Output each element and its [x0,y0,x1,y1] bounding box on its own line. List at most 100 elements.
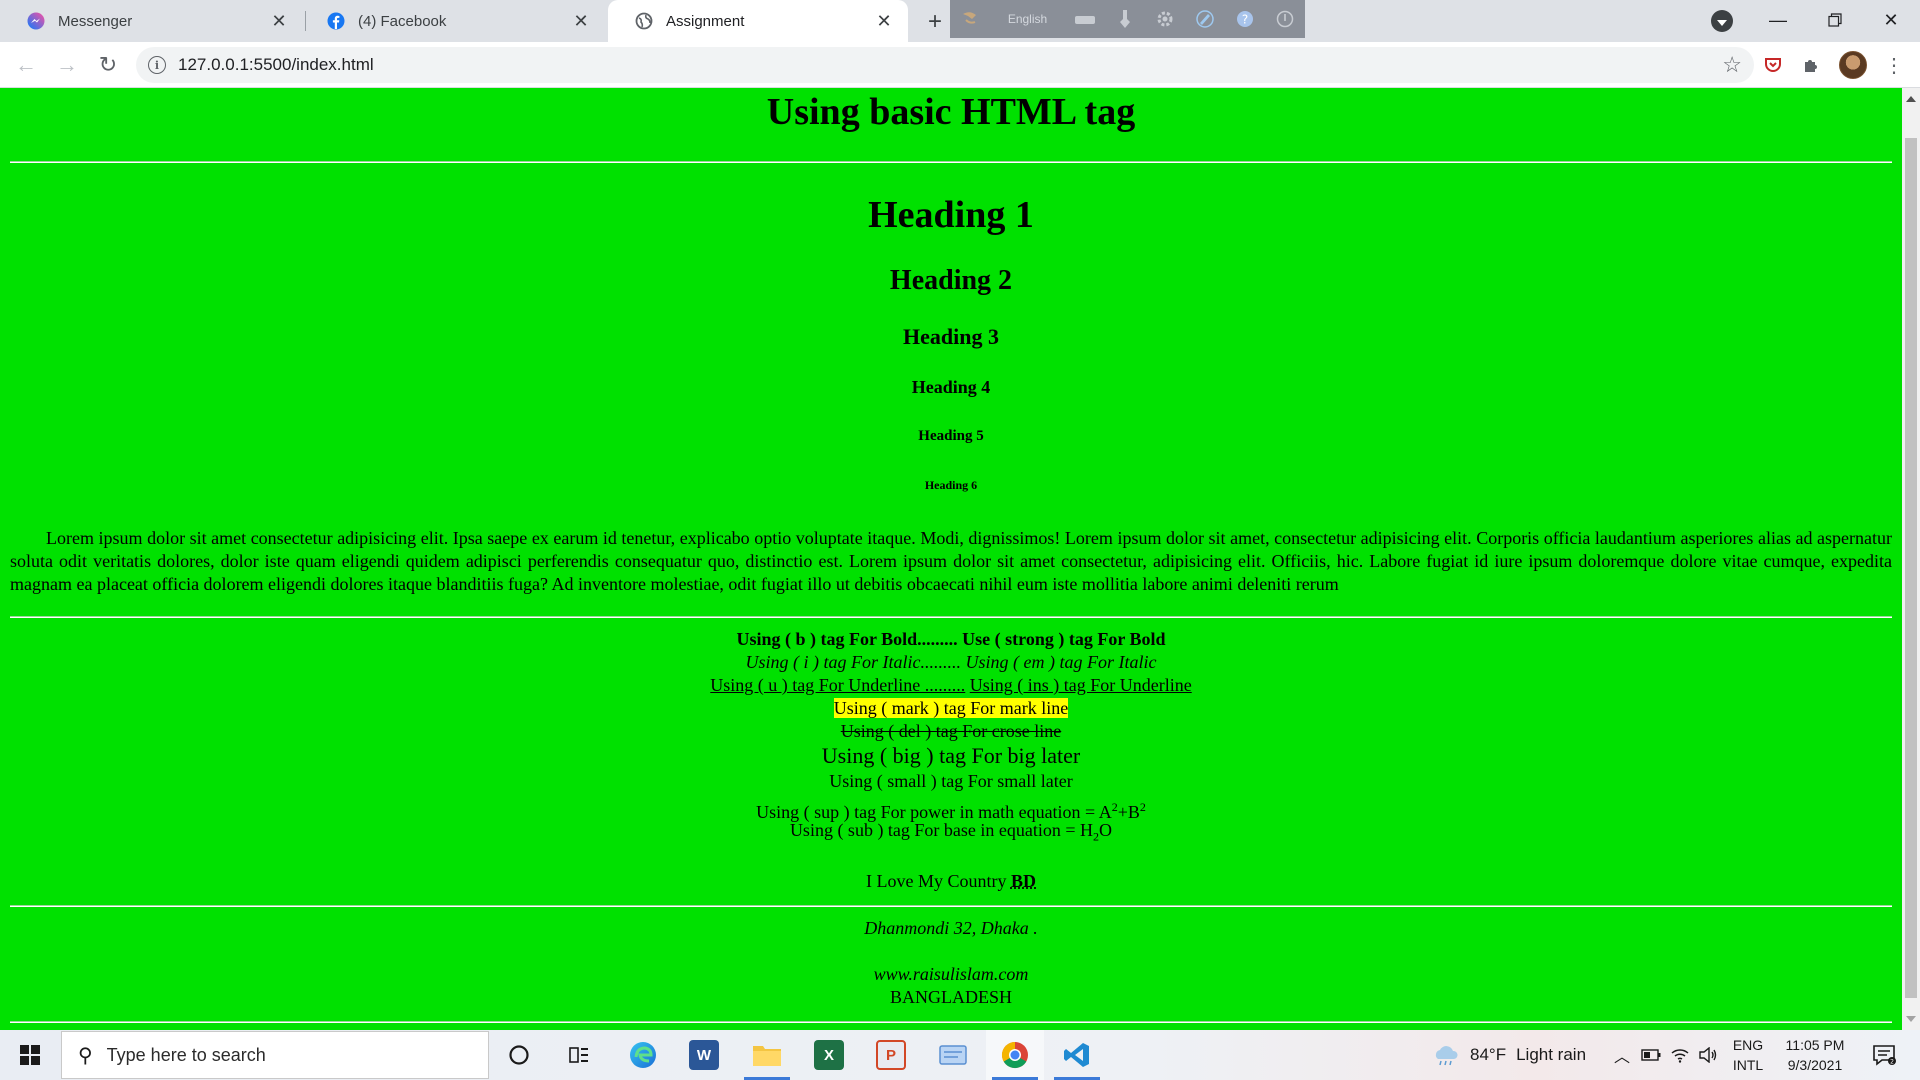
em-text: Using ( em ) tag For Italic [965,652,1157,672]
new-tab-button[interactable]: + [921,8,949,36]
taskbar-search[interactable]: ⚲ Type here to search [61,1031,489,1079]
tab-messenger[interactable]: Messenger ✕ [0,0,303,42]
scroll-down-arrow[interactable] [1906,1016,1916,1022]
country-text: BANGLADESH [889,987,1012,1007]
tab-title: Assignment [666,12,745,30]
superscript: 2 [1139,800,1146,814]
profile-avatar[interactable] [1839,51,1867,79]
del-text: Using ( del ) tag For crose line [840,721,1062,741]
address-bar[interactable]: i 127.0.0.1:5500/index.html ☆ [136,47,1754,83]
tab-title: Messenger [58,12,133,30]
language-label[interactable]: English [990,0,1065,38]
extensions-icon[interactable] [1797,51,1825,79]
italic-text: Using ( i ) tag For Italic......... [745,652,961,672]
tab-strip: Messenger ✕ (4) Facebook ✕ Assignment ✕ … [0,0,1920,42]
star-icon[interactable]: ☆ [1722,52,1742,78]
back-button[interactable]: ← [10,49,42,81]
task-view-button[interactable] [550,1030,608,1080]
heading-3: Heading 3 [903,324,999,349]
start-button[interactable] [0,1030,60,1080]
battery-icon[interactable] [1640,1030,1662,1080]
pen-icon[interactable] [1185,0,1225,38]
address-line-2: www.raisulislam.com [0,963,1902,986]
minimize-button[interactable]: — [1749,0,1807,40]
wifi-icon[interactable] [1668,1030,1692,1080]
page-viewport: Using basic HTML tag Heading 1 Heading 2… [0,88,1902,1030]
abbr-bd: BD [1010,871,1036,891]
lang-bottom: INTL [1732,1057,1764,1073]
sub-label: Using ( sub ) tag For base in equation =… [789,820,1094,840]
excel-icon[interactable]: X [800,1030,858,1080]
bold-text: Using ( b ) tag For Bold......... [736,629,958,649]
close-window-button[interactable]: ✕ [1862,0,1920,40]
underline-line: Using ( u ) tag For Underline ......... … [0,674,1902,697]
divider [10,161,1892,163]
svg-text:?: ? [1242,13,1248,27]
sub-line: Using ( sub ) tag For base in equation =… [0,819,1902,849]
edge-icon[interactable] [614,1030,672,1080]
brush-icon[interactable] [1105,0,1145,38]
gear-icon[interactable] [1145,0,1185,38]
file-explorer-icon[interactable] [738,1030,796,1080]
word-icon[interactable]: W [675,1030,733,1080]
heading-1: Heading 1 [868,194,1034,236]
reload-button[interactable]: ↻ [92,49,124,81]
pocket-icon[interactable] [1759,51,1787,79]
chevron-up-icon[interactable]: ︿ [1610,1030,1634,1080]
lorem-paragraph: Lorem ipsum dolor sit amet consectetur a… [10,528,1892,594]
vertical-scrollbar[interactable] [1902,88,1920,1030]
powerpoint-icon[interactable]: P [862,1030,920,1080]
tab-title: (4) Facebook [358,12,447,30]
vscode-icon[interactable] [1048,1030,1106,1080]
weather-icon [1435,1046,1458,1066]
search-placeholder: Type here to search [106,1044,266,1065]
messenger-icon [26,11,46,31]
menu-icon[interactable]: ⋮ [1880,51,1908,79]
heading-2: Heading 2 [889,265,1013,296]
strong-text: Use ( strong ) tag For Bold [962,629,1166,649]
bold-line: Using ( b ) tag For Bold......... Use ( … [0,628,1902,651]
info-icon[interactable]: i [148,56,166,74]
taskbar: ⚲ Type here to search W X P 84°F Light r… [0,1030,1920,1080]
globe-icon [634,11,654,31]
tab-assignment[interactable]: Assignment ✕ [608,0,908,42]
scroll-up-arrow[interactable] [1906,96,1916,102]
notification-icon[interactable]: 2 [1866,1030,1902,1080]
website-text: www.raisulislam.com [873,964,1029,984]
keyboard-icon[interactable] [1065,0,1105,38]
help-icon[interactable]: ? [1225,0,1265,38]
sub-after: O [1099,820,1113,840]
forward-button[interactable]: → [51,49,83,81]
input-method-icon[interactable] [950,0,990,38]
tab-facebook[interactable]: (4) Facebook ✕ [300,0,605,42]
browser-toolbar: ← → ↻ i 127.0.0.1:5500/index.html ☆ ⋮ [0,42,1920,88]
divider [10,905,1892,907]
chrome-icon[interactable] [986,1030,1044,1080]
tab-search-button[interactable] [1711,10,1733,32]
speaker-icon[interactable] [1696,1030,1720,1080]
windows-icon [20,1045,40,1065]
heading-5: Heading 5 [918,428,984,444]
close-icon[interactable]: ✕ [872,9,896,33]
language-bar: English ? [950,0,1305,38]
close-icon[interactable]: ✕ [267,9,291,33]
mark-text: Using ( mark ) tag For mark line [833,698,1069,718]
italic-line: Using ( i ) tag For Italic......... Usin… [0,651,1902,674]
url-text[interactable]: 127.0.0.1:5500/index.html [178,55,374,75]
input-language[interactable]: ENG INTL [1728,1030,1768,1080]
search-icon: ⚲ [78,1044,93,1067]
restore-button[interactable] [1806,0,1864,40]
clock[interactable]: 11:05 PM 9/3/2021 [1775,1030,1855,1080]
cortana-button[interactable] [490,1030,548,1080]
notes-icon[interactable] [924,1030,982,1080]
options-icon[interactable] [1265,0,1305,38]
love-text: I Love My Country [866,871,1011,891]
weather-desc: Light rain [1516,1045,1587,1064]
weather-widget[interactable]: 84°F Light rain [1432,1030,1586,1080]
del-line: Using ( del ) tag For crose line [0,720,1902,743]
divider [10,1021,1892,1023]
close-icon[interactable]: ✕ [569,9,593,33]
address-text: Dhanmondi 32, Dhaka . [864,918,1038,938]
divider [10,616,1892,618]
scroll-thumb[interactable] [1905,138,1917,998]
